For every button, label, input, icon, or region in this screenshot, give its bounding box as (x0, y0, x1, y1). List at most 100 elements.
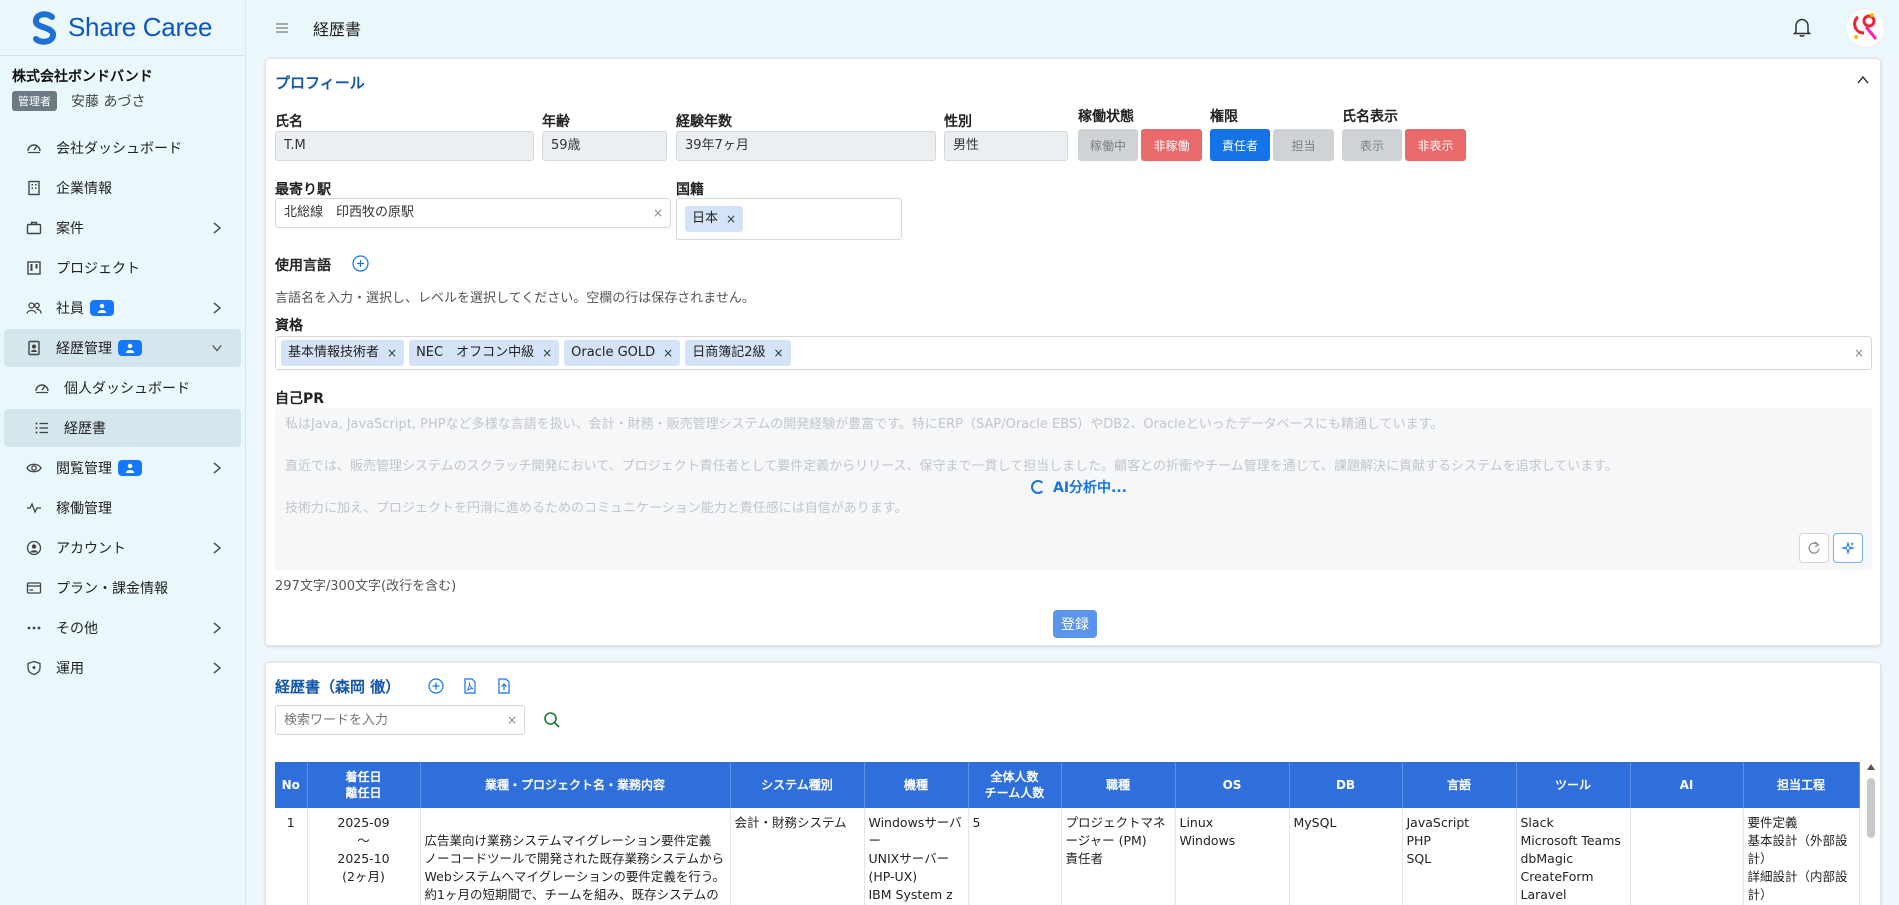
briefcase-icon (26, 220, 42, 236)
clear-icon[interactable]: × (1854, 340, 1864, 366)
people-icon (26, 300, 42, 316)
user-name: 安藤 あづさ (71, 94, 146, 110)
sidebar-item-company-dashboard[interactable]: 会社ダッシュボード (4, 129, 241, 167)
share-caree-logo-icon (30, 10, 60, 45)
chip-remove-icon[interactable]: × (387, 340, 397, 366)
chip-remove-icon[interactable]: × (726, 206, 736, 232)
sidebar-item-employees[interactable]: 社員 (4, 289, 241, 327)
chip-label: 日本 (692, 211, 719, 226)
avatar[interactable] (1845, 8, 1885, 48)
nationality-field[interactable]: 日本 × (676, 198, 902, 240)
status-inactive-button[interactable]: 非稼働 (1141, 129, 1202, 161)
col-header[interactable]: 業種・プロジェクト名・業務内容 (420, 762, 731, 808)
chip-label: 日商簿記2級 (692, 345, 766, 360)
brand[interactable]: Share Caree (0, 0, 245, 56)
status-active-button[interactable]: 稼働中 (1078, 129, 1138, 161)
col-header[interactable]: 機種 (864, 762, 969, 808)
col-header[interactable]: 全体人数 チーム人数 (968, 762, 1062, 808)
sidebar-item-label: 運用 (56, 661, 84, 677)
clear-icon[interactable]: × (507, 713, 517, 727)
station-field[interactable]: 北総線 印西牧の原駅 × (275, 198, 671, 228)
permission-member-button[interactable]: 担当 (1273, 129, 1334, 161)
reset-button[interactable] (1799, 533, 1829, 563)
certifications-field[interactable]: 基本情報技術者 × NEC オフコン中級 × Oracle GOLD × 日商簿記2級 × × (275, 336, 1872, 370)
chevron-right-icon (213, 302, 222, 314)
scroll-thumb[interactable] (1867, 778, 1875, 838)
search-icon[interactable] (543, 711, 561, 729)
ai-generate-button[interactable] (1833, 533, 1863, 563)
sidebar-item-label: 案件 (56, 221, 84, 237)
experience-field[interactable]: 39年7ヶ月 (676, 131, 936, 161)
pdf-file-icon[interactable] (462, 678, 478, 694)
sidebar-item-operations[interactable]: 運用 (4, 649, 241, 687)
add-circle-icon[interactable] (352, 255, 369, 272)
brand-name: Share Caree (68, 12, 213, 42)
sidebar-item-resume[interactable]: 経歴書 (4, 409, 241, 447)
col-header[interactable]: No (275, 762, 308, 808)
sidebar-item-other[interactable]: その他 (4, 609, 241, 647)
table-row[interactable]: 1 2025-09 ～ 2025-10 (2ヶ月) 広告業向け業務システムマイグ… (275, 808, 1860, 905)
permission-leader-button[interactable]: 責任者 (1210, 129, 1270, 161)
col-header[interactable]: 着任日 離任日 (307, 762, 421, 808)
col-header[interactable]: 言語 (1402, 762, 1517, 808)
add-circle-icon[interactable] (428, 678, 444, 694)
col-header[interactable]: システム種別 (730, 762, 865, 808)
gender-field[interactable]: 男性 (944, 131, 1068, 161)
self-pr-line: 技術力に加え、プロジェクトを円滑に進めるためのコミュニケーション能力と責任感には… (285, 501, 908, 516)
chip-remove-icon[interactable]: × (774, 340, 784, 366)
register-button[interactable]: 登録 (1053, 610, 1097, 638)
cell-os: Linux Windows (1175, 808, 1290, 905)
chip-label: Oracle GOLD (571, 345, 656, 360)
experience-label: 経験年数 (676, 114, 732, 130)
sparkle-icon (1841, 541, 1855, 555)
activity-icon (26, 500, 42, 516)
col-header[interactable]: DB (1289, 762, 1403, 808)
sidebar-item-personal-dashboard[interactable]: 個人ダッシュボード (4, 369, 241, 407)
hamburger-icon[interactable] (275, 22, 289, 34)
search-input[interactable] (276, 706, 496, 734)
spinner-icon (1031, 480, 1045, 494)
chip-remove-icon[interactable]: × (663, 340, 673, 366)
sidebar-item-plan-billing[interactable]: プラン・課金情報 (4, 569, 241, 607)
clear-icon[interactable]: × (653, 199, 663, 227)
station-value: 北総線 印西牧の原駅 (284, 205, 415, 220)
scroll-up-arrow-icon[interactable] (1867, 764, 1875, 770)
name-display-show-button[interactable]: 表示 (1342, 129, 1402, 161)
name-field[interactable]: T.M (275, 131, 534, 161)
sidebar-item-project[interactable]: プロジェクト (4, 249, 241, 287)
gauge-icon (26, 140, 42, 156)
sidebar-item-label: アカウント (56, 541, 126, 557)
col-header[interactable]: OS (1175, 762, 1290, 808)
bell-icon[interactable] (1791, 16, 1813, 38)
search-field[interactable]: × (275, 705, 525, 735)
col-header[interactable]: AI (1630, 762, 1744, 808)
sidebar-item-company-info[interactable]: 企業情報 (4, 169, 241, 207)
table-scrollbar[interactable] (1866, 762, 1876, 905)
file-upload-icon[interactable] (496, 678, 512, 694)
languages-label: 使用言語 (275, 258, 331, 274)
profile-title: プロフィール (275, 74, 365, 92)
col-header[interactable]: 職種 (1061, 762, 1176, 808)
name-display-hide-button[interactable]: 非表示 (1405, 129, 1466, 161)
sidebar-item-projects-offers[interactable]: 案件 (4, 209, 241, 247)
sidebar-item-label: プラン・課金情報 (56, 581, 168, 597)
col-header[interactable]: 担当工程 (1743, 762, 1860, 808)
sidebar-item-career-management[interactable]: 経歴管理 (4, 329, 241, 367)
sidebar-item-account[interactable]: アカウント (4, 529, 241, 567)
sidebar-item-view-management[interactable]: 閲覧管理 (4, 449, 241, 487)
chip-remove-icon[interactable]: × (542, 340, 552, 366)
chevron-right-icon (213, 662, 222, 674)
credit-card-icon (26, 580, 42, 596)
person-badge-icon (118, 460, 142, 476)
page-title: 経歴書 (313, 20, 362, 39)
age-field[interactable]: 59歳 (542, 131, 667, 161)
col-header[interactable]: ツール (1516, 762, 1631, 808)
cell-members: 5 (968, 808, 1062, 905)
chevron-up-icon[interactable] (1856, 73, 1870, 87)
gauge-icon (34, 380, 50, 396)
sidebar-item-operation-management[interactable]: 稼働管理 (4, 489, 241, 527)
self-pr-textarea[interactable]: 私はJava, JavaScript, PHPなど多様な言語を扱い、会計・財務・… (275, 408, 1872, 570)
sidebar: Share Caree 株式会社ボンドバンド 管理者 安藤 あづさ 会社ダッシュ… (0, 0, 246, 905)
table-header-row: No 着任日 離任日 業種・プロジェクト名・業務内容 システム種別 機種 全体人… (275, 762, 1860, 808)
char-count: 297文字/300文字(改行を含む) (275, 579, 457, 594)
